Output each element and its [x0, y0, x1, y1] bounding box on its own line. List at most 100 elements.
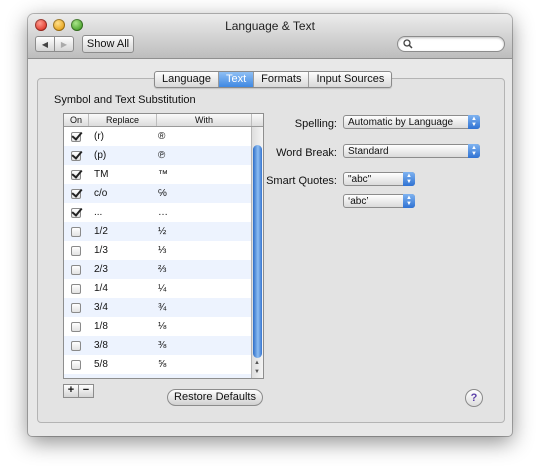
back-arrow-icon: ◀ — [41, 39, 49, 49]
enabled-checkbox[interactable] — [71, 131, 81, 142]
row-on-cell — [64, 169, 88, 180]
table-row[interactable]: 5/8 ⅝ — [64, 355, 251, 374]
tab-language[interactable]: Language — [155, 72, 219, 87]
replace-cell[interactable]: 5/8 — [88, 359, 155, 370]
with-cell[interactable]: ® — [155, 131, 249, 142]
replace-cell[interactable]: ... — [88, 207, 155, 218]
enabled-checkbox[interactable] — [71, 150, 81, 161]
replace-cell[interactable]: c/o — [88, 188, 155, 199]
with-cell[interactable]: ⅞ — [155, 378, 249, 379]
replace-cell[interactable]: TM — [88, 169, 155, 180]
column-header-replace[interactable]: Replace — [89, 114, 157, 126]
table-row[interactable]: TM ™ — [64, 165, 251, 184]
enabled-checkbox[interactable] — [71, 302, 81, 313]
enabled-checkbox[interactable] — [71, 321, 81, 332]
tab-text[interactable]: Text — [218, 72, 255, 87]
word-break-label: Word Break: — [276, 147, 337, 159]
replace-cell[interactable]: (r) — [88, 131, 155, 142]
show-all-button[interactable]: Show All — [82, 35, 134, 53]
replace-cell[interactable]: 7/8 — [88, 378, 155, 379]
table-row[interactable]: 2/3 ⅔ — [64, 260, 251, 279]
with-cell[interactable]: ⅓ — [155, 245, 249, 256]
scroll-down-arrow-icon[interactable]: ▼ — [254, 369, 260, 375]
replace-cell[interactable]: 1/3 — [88, 245, 155, 256]
enabled-checkbox[interactable] — [71, 188, 81, 199]
tab-bar: Language Text Formats Input Sources — [154, 71, 393, 88]
enabled-checkbox[interactable] — [71, 340, 81, 351]
table-row[interactable]: (p) ℗ — [64, 146, 251, 165]
with-cell[interactable]: ¼ — [155, 283, 249, 294]
enabled-checkbox[interactable] — [71, 379, 81, 380]
row-on-cell — [64, 359, 88, 370]
table-row[interactable]: 1/8 ⅛ — [64, 317, 251, 336]
scroll-up-arrow-icon[interactable]: ▲ — [254, 360, 260, 366]
table-row[interactable]: c/o ℅ — [64, 184, 251, 203]
spelling-value: Automatic by Language — [348, 117, 454, 128]
column-header-with[interactable]: With — [157, 114, 252, 126]
spelling-popup[interactable]: Automatic by Language ▲ ▼ — [343, 115, 480, 129]
with-cell[interactable]: ℗ — [155, 150, 249, 161]
row-on-cell — [64, 226, 88, 237]
restore-defaults-button[interactable]: Restore Defaults — [167, 389, 263, 406]
with-cell[interactable]: ™ — [155, 169, 249, 180]
title-bar: Language & Text ◀ ▶ Show All — [28, 14, 512, 59]
spelling-label: Spelling: — [294, 118, 337, 130]
enabled-checkbox[interactable] — [71, 359, 81, 370]
table-row[interactable]: 1/4 ¼ — [64, 279, 251, 298]
popup-arrows-icon: ▲ ▼ — [403, 194, 415, 208]
replace-cell[interactable]: 1/4 — [88, 283, 155, 294]
column-header-on[interactable]: On — [64, 114, 89, 126]
double-quotes-popup[interactable]: "abc" ▲ ▼ — [343, 172, 415, 186]
table-row[interactable]: 1/3 ⅓ — [64, 241, 251, 260]
with-cell[interactable]: ⅔ — [155, 264, 249, 275]
row-on-cell — [64, 150, 88, 161]
table-row[interactable]: (r) ® — [64, 127, 251, 146]
window-title: Language & Text — [225, 19, 315, 33]
enabled-checkbox[interactable] — [71, 264, 81, 275]
search-input[interactable] — [416, 37, 498, 51]
add-substitution-button[interactable]: + — [63, 384, 79, 398]
enabled-checkbox[interactable] — [71, 169, 81, 180]
enabled-checkbox[interactable] — [71, 283, 81, 294]
row-on-cell — [64, 340, 88, 351]
with-cell[interactable]: ⅜ — [155, 340, 249, 351]
substitution-table[interactable]: On Replace With (r) ® (p) ℗ TM ™ c/o ℅...… 1/2 ½ 1… — [63, 113, 264, 379]
replace-cell[interactable]: 3/4 — [88, 302, 155, 313]
replace-cell[interactable]: 3/8 — [88, 340, 155, 351]
search-field[interactable] — [397, 36, 505, 52]
with-cell[interactable]: ⅛ — [155, 321, 249, 332]
row-on-cell — [64, 302, 88, 313]
with-cell[interactable]: ⅝ — [155, 359, 249, 370]
double-quotes-value: "abc" — [348, 174, 372, 185]
history-nav: ◀ ▶ — [35, 36, 74, 52]
with-cell[interactable]: ℅ — [155, 188, 249, 199]
replace-cell[interactable]: 2/3 — [88, 264, 155, 275]
table-row[interactable]: 7/8⅞ — [64, 374, 251, 380]
word-break-popup[interactable]: Standard ▲ ▼ — [343, 144, 480, 158]
enabled-checkbox[interactable] — [71, 207, 81, 218]
replace-cell[interactable]: (p) — [88, 150, 155, 161]
table-row[interactable]: 3/4 ¾ — [64, 298, 251, 317]
table-header: On Replace With — [64, 114, 263, 127]
forward-button[interactable]: ▶ — [54, 36, 74, 52]
vertical-scrollbar[interactable]: ▲ ▼ — [251, 127, 263, 378]
section-title: Symbol and Text Substitution — [54, 94, 196, 106]
add-remove-controls: + − — [63, 384, 94, 398]
remove-substitution-button[interactable]: − — [79, 384, 94, 398]
table-row[interactable]: 1/2 ½ — [64, 222, 251, 241]
replace-cell[interactable]: 1/2 — [88, 226, 155, 237]
tab-formats[interactable]: Formats — [254, 72, 310, 87]
single-quotes-popup[interactable]: ‘abc’ ▲ ▼ — [343, 194, 415, 208]
with-cell[interactable]: … — [155, 207, 249, 218]
with-cell[interactable]: ¾ — [155, 302, 249, 313]
with-cell[interactable]: ½ — [155, 226, 249, 237]
replace-cell[interactable]: 1/8 — [88, 321, 155, 332]
table-row[interactable]: ...… — [64, 203, 251, 222]
help-button[interactable]: ? — [465, 389, 483, 407]
tab-input-sources[interactable]: Input Sources — [309, 72, 391, 87]
enabled-checkbox[interactable] — [71, 226, 81, 237]
row-on-cell — [64, 379, 88, 380]
enabled-checkbox[interactable] — [71, 245, 81, 256]
table-row[interactable]: 3/8 ⅜ — [64, 336, 251, 355]
back-button[interactable]: ◀ — [35, 36, 54, 52]
